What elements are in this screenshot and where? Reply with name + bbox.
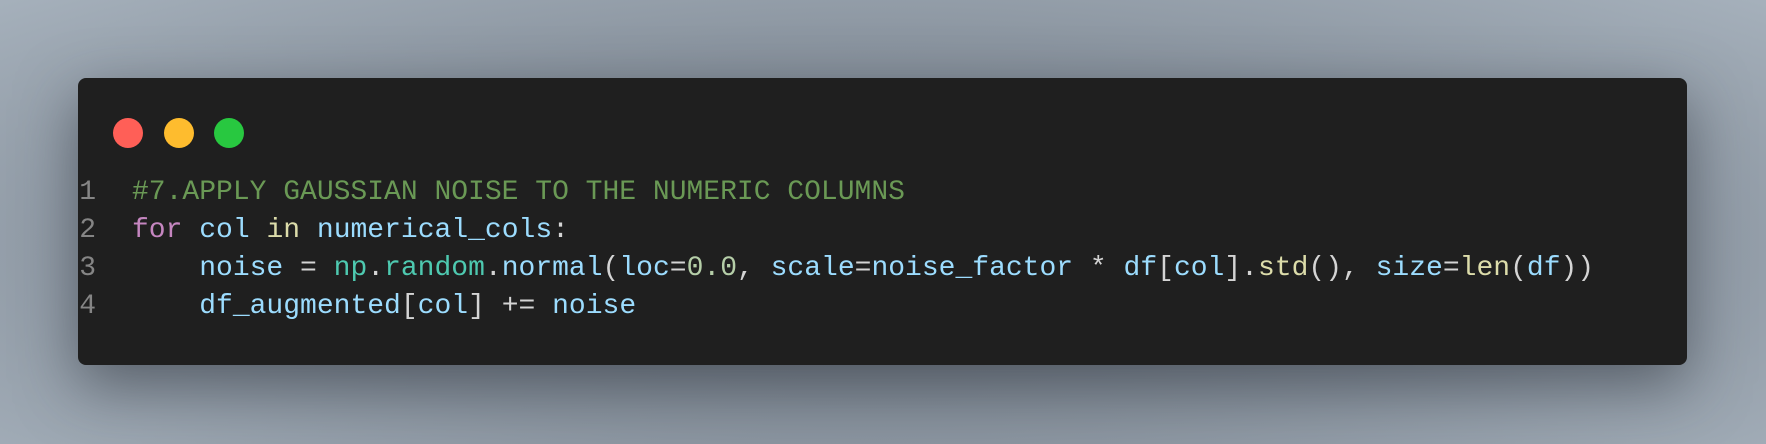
code-token: df (1526, 253, 1561, 284)
code-token: col (1173, 253, 1225, 284)
line-text: #7.APPLY GAUSSIAN NOISE TO THE NUMERIC C… (132, 174, 905, 212)
code-token: col (417, 291, 469, 322)
code-token: , (1342, 253, 1376, 284)
code-block: 1 #7.APPLY GAUSSIAN NOISE TO THE NUMERIC … (0, 174, 1594, 326)
code-token: df (1123, 253, 1158, 284)
code-token: scale (770, 253, 855, 284)
code-token: #7.APPLY GAUSSIAN NOISE TO THE NUMERIC C… (132, 177, 905, 208)
code-token: * (1073, 253, 1124, 284)
code-token: . (367, 253, 385, 284)
code-token: df_augmented (199, 291, 401, 322)
code-token: normal (501, 253, 603, 284)
code-token: std (1257, 253, 1309, 284)
code-token: size (1375, 253, 1443, 284)
line-number: 4 (79, 291, 96, 322)
maximize-dot-icon (214, 118, 244, 148)
code-token: () (1308, 253, 1343, 284)
code-token: . (484, 253, 502, 284)
code-token: loc (619, 253, 670, 284)
line-text: df_augmented[col] += noise (132, 288, 636, 326)
line-text: noise = np.random.normal(loc=0.0, scale=… (132, 250, 1594, 288)
code-line: 3 noise = np.random.normal(loc=0.0, scal… (0, 250, 1594, 288)
code-token: ] (468, 291, 485, 322)
code-token: ] (1224, 253, 1242, 284)
code-token: for (132, 215, 183, 246)
close-dot-icon (113, 118, 143, 148)
code-token: = (854, 253, 872, 284)
code-token: noise_factor (871, 253, 1074, 284)
line-text: for col in numerical_cols: (132, 212, 569, 250)
code-line: 1 #7.APPLY GAUSSIAN NOISE TO THE NUMERIC … (0, 174, 1594, 212)
code-token: = (1442, 253, 1460, 284)
line-number: 3 (79, 253, 96, 284)
line-number: 1 (79, 177, 96, 208)
code-token: numerical_cols (316, 215, 553, 246)
code-token: . (1241, 253, 1258, 284)
code-token: 0.0 (686, 253, 738, 284)
code-token: ( (1510, 253, 1527, 284)
code-token: = (669, 253, 687, 284)
code-token: [ (1157, 253, 1174, 284)
code-token: )) (1560, 253, 1595, 284)
code-token: : (552, 215, 569, 246)
line-number: 2 (79, 215, 96, 246)
code-line: 2 for col in numerical_cols: (0, 212, 1594, 250)
code-token: += (484, 291, 553, 322)
code-line: 4 df_augmented[col] += noise (0, 288, 1594, 326)
code-token: noise (552, 291, 637, 322)
code-token: random (384, 253, 485, 284)
code-token: [ (400, 291, 418, 322)
code-token: in (266, 215, 301, 246)
code-token: , (737, 253, 771, 284)
minimize-dot-icon (164, 118, 194, 148)
code-token: noise (199, 253, 284, 284)
code-token: len (1459, 253, 1511, 284)
code-token: = (283, 253, 334, 284)
code-token: ( (602, 253, 620, 284)
code-token: np (333, 253, 368, 284)
code-token: col (199, 215, 250, 246)
